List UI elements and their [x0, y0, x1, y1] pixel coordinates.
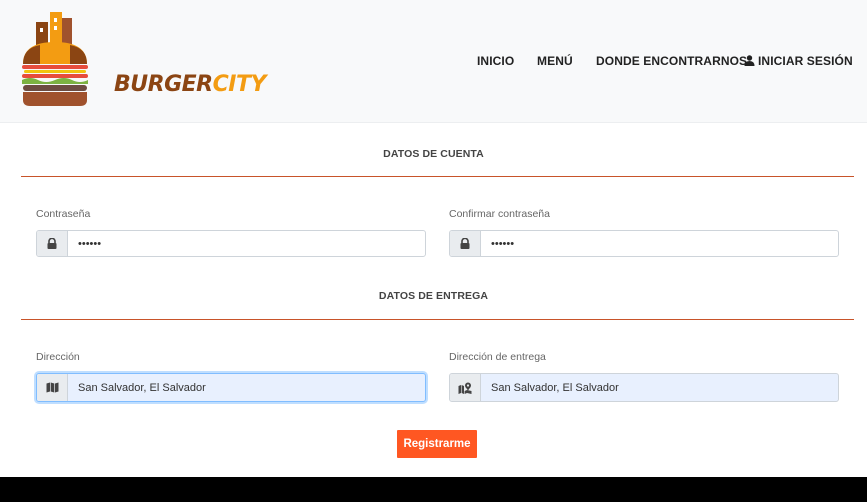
confirm-password-input[interactable] — [481, 231, 838, 256]
footer-bar — [0, 477, 867, 502]
delivery-address-label: Dirección de entrega — [449, 351, 546, 363]
nav-iniciar-sesion-label: INICIAR SESIÓN — [758, 54, 853, 68]
nav-menu[interactable]: MENÚ — [537, 54, 573, 68]
account-divider — [21, 176, 854, 177]
delivery-section-title: DATOS DE ENTREGA — [378, 290, 489, 302]
burgercity-logo[interactable]: BURGERCITY — [20, 12, 266, 110]
address-group — [36, 373, 426, 402]
account-section-title: DATOS DE CUENTA — [383, 148, 484, 160]
password-input[interactable] — [68, 231, 425, 256]
lock-icon — [37, 231, 68, 256]
password-label: Contraseña — [36, 208, 91, 220]
address-input[interactable] — [68, 374, 425, 401]
delivery-address-group — [449, 373, 839, 402]
delivery-address-input[interactable] — [481, 374, 838, 401]
nav-inicio[interactable]: INICIO — [477, 54, 514, 68]
delivery-divider — [21, 319, 854, 320]
confirm-password-label: Confirmar contraseña — [449, 208, 550, 220]
map-icon — [37, 374, 68, 401]
register-button[interactable]: Registrarme — [397, 430, 477, 458]
user-icon — [744, 55, 755, 66]
nav-iniciar-sesion[interactable]: INICIAR SESIÓN — [744, 54, 853, 68]
confirm-password-group — [449, 230, 839, 257]
navbar: BURGERCITY INICIO MENÚ DONDE ENCONTRARNO… — [0, 0, 867, 123]
page: BURGERCITY INICIO MENÚ DONDE ENCONTRARNO… — [0, 0, 867, 477]
map-marker-icon — [450, 374, 481, 401]
brand-name: BURGERCITY — [114, 72, 266, 97]
burger-logo-icon — [22, 12, 88, 106]
lock-icon — [450, 231, 481, 256]
password-group — [36, 230, 426, 257]
address-label: Dirección — [36, 351, 80, 363]
brand-part-city: CITY — [212, 72, 267, 97]
brand-part-burger: BURGER — [114, 72, 213, 97]
nav-donde-encontrarnos[interactable]: DONDE ENCONTRARNOS — [596, 54, 747, 68]
